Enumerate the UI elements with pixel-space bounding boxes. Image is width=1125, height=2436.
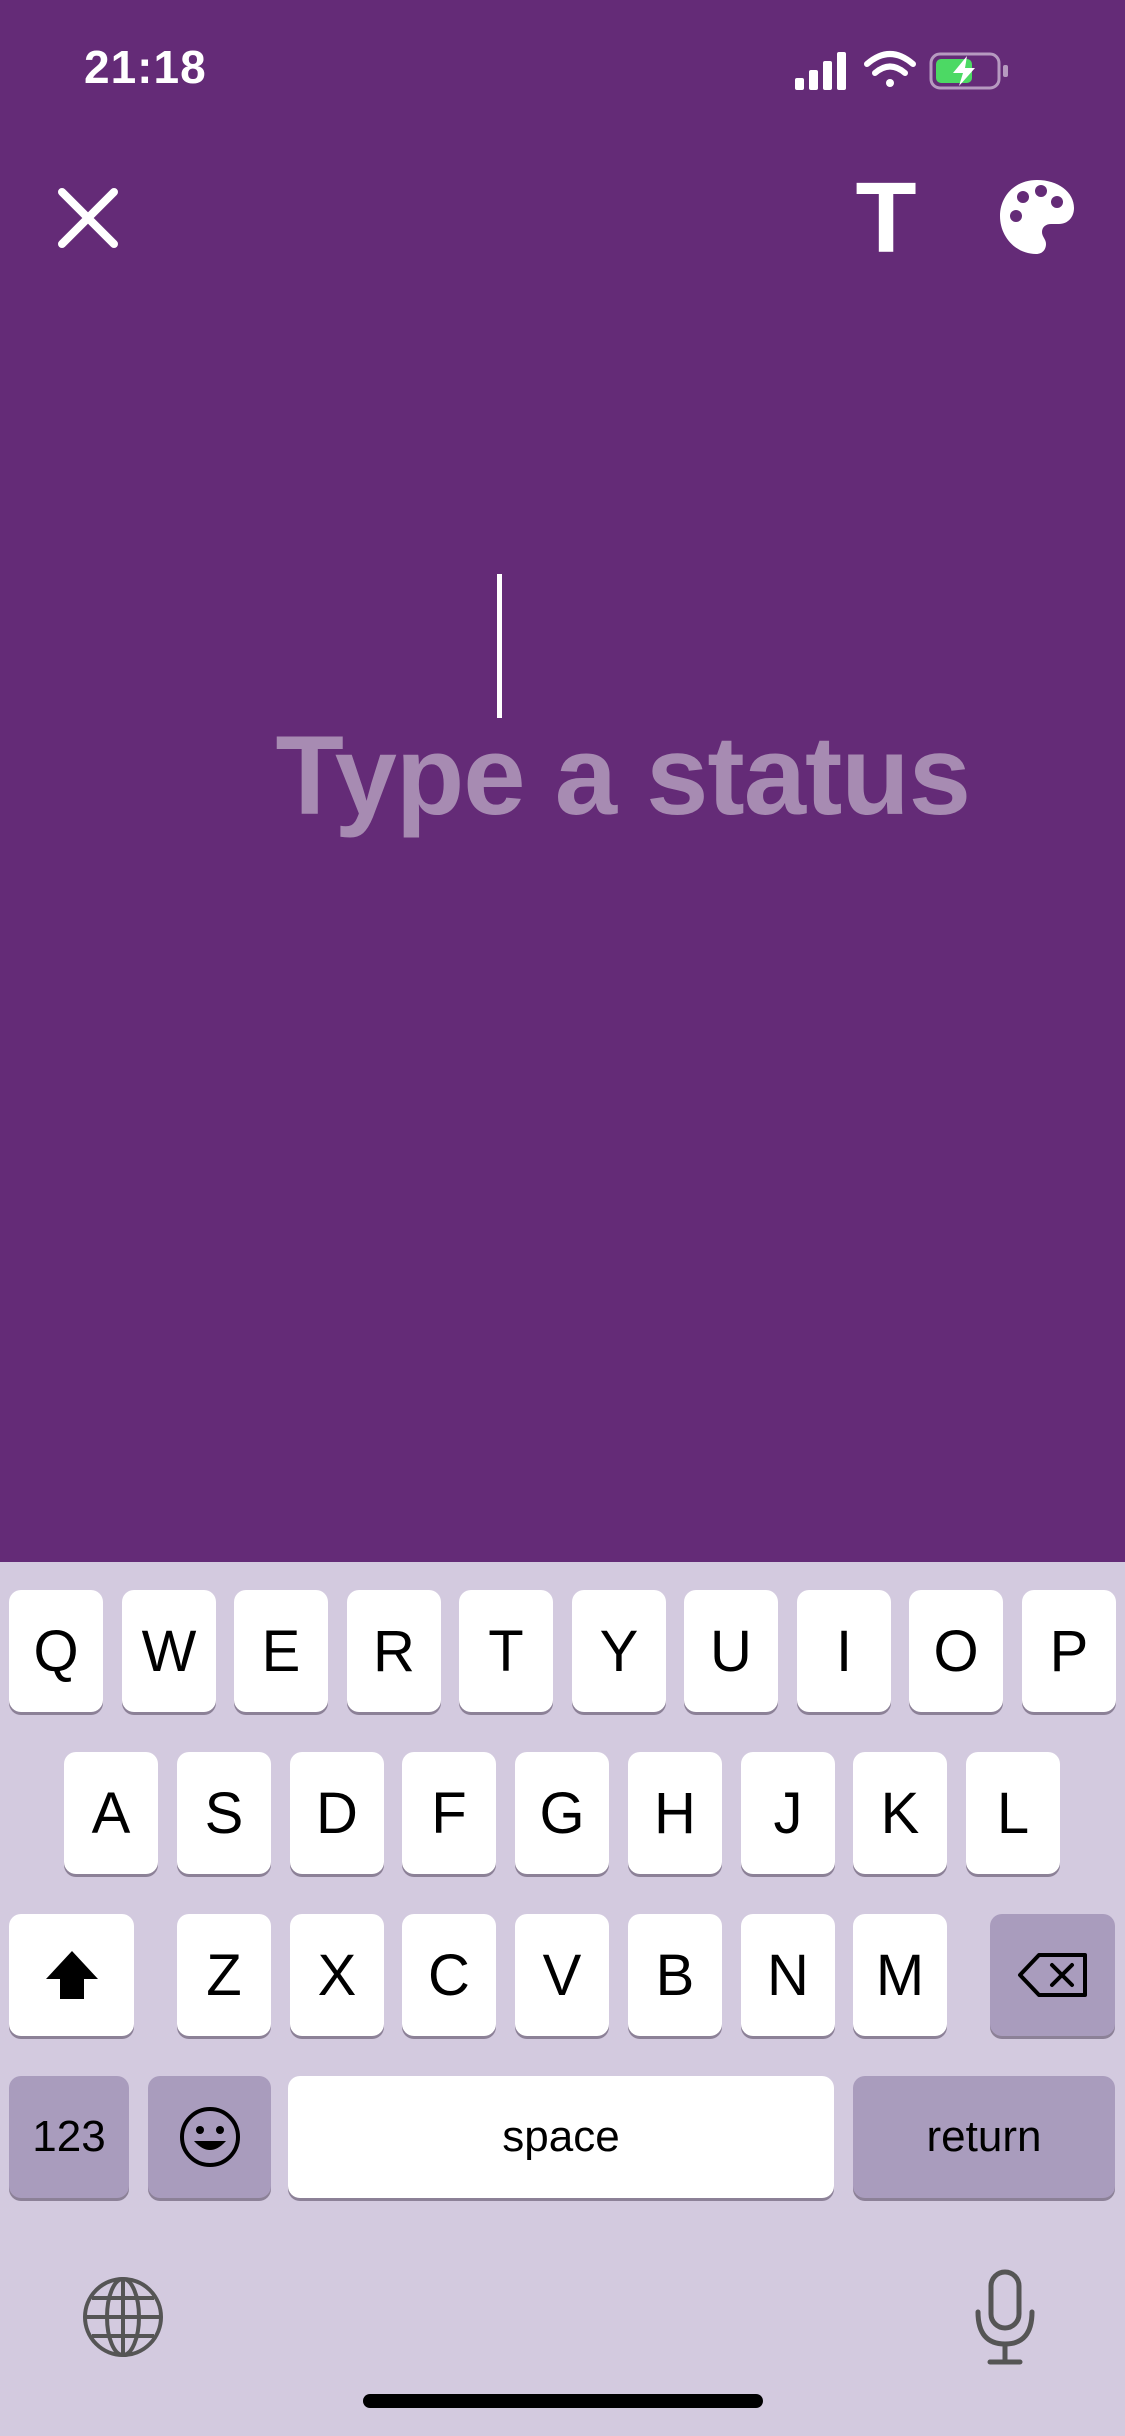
key-g[interactable]: G <box>515 1752 609 1874</box>
shift-icon <box>45 1951 98 1999</box>
key-e[interactable]: E <box>234 1590 328 1712</box>
key-u[interactable]: U <box>684 1590 778 1712</box>
return-key[interactable]: return <box>853 2076 1115 2198</box>
key-s[interactable]: S <box>177 1752 271 1874</box>
cellular-signal-icon <box>795 52 846 90</box>
globe-button[interactable] <box>80 2274 166 2360</box>
microphone-icon <box>975 2269 1035 2365</box>
text-style-button[interactable]: T <box>850 162 922 274</box>
key-l[interactable]: L <box>966 1752 1060 1874</box>
palette-icon <box>1000 180 1074 254</box>
key-k[interactable]: K <box>853 1752 947 1874</box>
space-key[interactable]: space <box>288 2076 834 2198</box>
key-a[interactable]: A <box>64 1752 158 1874</box>
key-j[interactable]: J <box>741 1752 835 1874</box>
shift-key[interactable] <box>9 1914 134 2036</box>
key-x[interactable]: X <box>290 1914 384 2036</box>
status-composer[interactable]: Type a status <box>0 574 1125 920</box>
key-v[interactable]: V <box>515 1914 609 2036</box>
palette-button[interactable] <box>996 176 1078 258</box>
status-text-input[interactable]: Type a status <box>155 574 971 1098</box>
microphone-button[interactable] <box>970 2268 1040 2368</box>
key-c[interactable]: C <box>402 1914 496 2036</box>
key-r[interactable]: R <box>347 1590 441 1712</box>
key-w[interactable]: W <box>122 1590 216 1712</box>
key-h[interactable]: H <box>628 1752 722 1874</box>
wifi-icon <box>864 51 916 87</box>
numbers-key[interactable]: 123 <box>9 2076 129 2198</box>
key-i[interactable]: I <box>797 1590 891 1712</box>
key-f[interactable]: F <box>402 1752 496 1874</box>
home-indicator <box>363 2394 763 2408</box>
key-b[interactable]: B <box>628 1914 722 2036</box>
delete-icon <box>1017 1953 1087 1997</box>
status-bar: 21:18 <box>0 0 1125 140</box>
key-m[interactable]: M <box>853 1914 947 2036</box>
text-style-icon: T <box>855 162 917 274</box>
status-time: 21:18 <box>84 41 207 93</box>
keyboard: Q W E R T Y U I O P A S D F G H J K L Z … <box>0 1562 1125 2436</box>
delete-key[interactable] <box>990 1914 1115 2036</box>
key-t[interactable]: T <box>459 1590 553 1712</box>
key-p[interactable]: P <box>1022 1590 1116 1712</box>
key-o[interactable]: O <box>909 1590 1003 1712</box>
globe-icon <box>83 2277 163 2357</box>
key-n[interactable]: N <box>741 1914 835 2036</box>
close-button[interactable] <box>50 180 126 256</box>
key-q[interactable]: Q <box>9 1590 103 1712</box>
key-d[interactable]: D <box>290 1752 384 1874</box>
key-z[interactable]: Z <box>177 1914 271 2036</box>
status-placeholder: Type a status <box>275 713 970 838</box>
battery-charging-icon <box>929 52 1008 90</box>
key-y[interactable]: Y <box>572 1590 666 1712</box>
emoji-icon <box>179 2107 240 2167</box>
emoji-key[interactable] <box>148 2076 271 2198</box>
close-icon <box>58 188 118 248</box>
text-caret <box>497 574 503 718</box>
status-icons <box>795 48 1085 92</box>
